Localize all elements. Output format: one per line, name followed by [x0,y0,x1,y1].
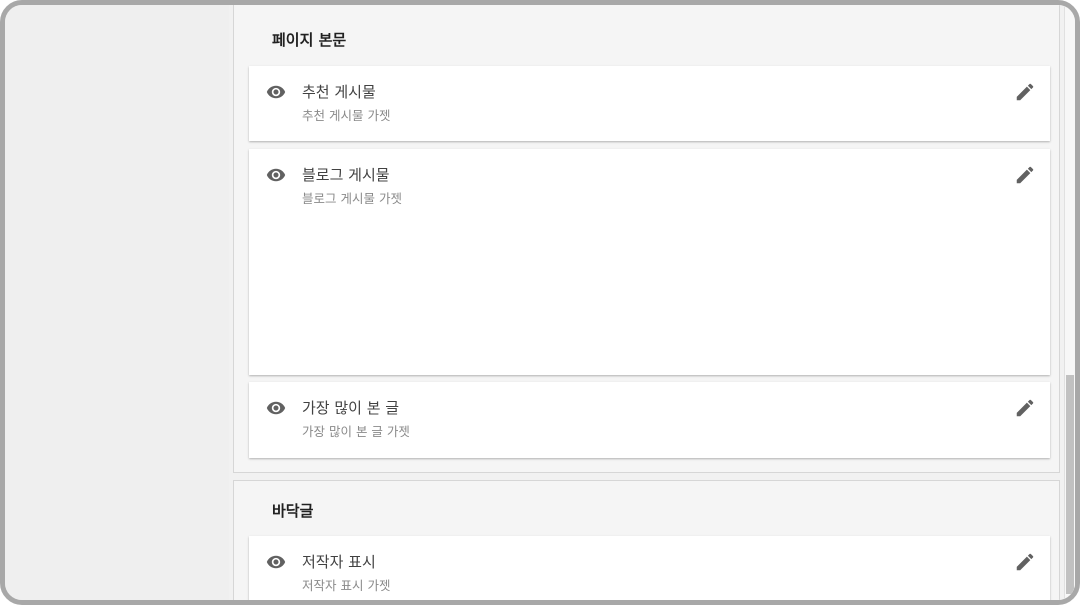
left-panel [5,5,229,600]
eye-icon[interactable] [263,552,289,572]
eye-icon[interactable] [263,398,289,418]
widget-title: 가장 많이 본 글 [302,399,400,417]
layout-editor: 페이지 본문 추천 게시물 추천 게시물 가젯 블로그 게시물 블로그 게시물 … [229,5,1075,600]
widget-title: 저작자 표시 [302,553,376,571]
pencil-icon[interactable] [1014,164,1036,186]
widget-subtitle: 저작자 표시 가젯 [302,578,391,593]
section-main: 페이지 본문 추천 게시물 추천 게시물 가젯 블로그 게시물 블로그 게시물 … [233,5,1060,473]
pencil-icon[interactable] [1014,551,1036,573]
vertical-scrollbar[interactable] [1064,5,1075,600]
widget-title: 블로그 게시물 [302,166,390,184]
eye-icon[interactable] [263,165,289,185]
widget-popular-posts[interactable]: 가장 많이 본 글 가장 많이 본 글 가젯 [249,382,1050,458]
pencil-icon[interactable] [1014,81,1036,103]
eye-icon[interactable] [263,82,289,102]
widget-subtitle: 가장 많이 본 글 가젯 [302,424,410,439]
widget-featured-posts[interactable]: 추천 게시물 추천 게시물 가젯 [249,66,1050,141]
pencil-icon[interactable] [1014,397,1036,419]
scrollbar-thumb[interactable] [1066,375,1074,594]
widget-attribution[interactable]: 저작자 표시 저작자 표시 가젯 [249,536,1050,600]
section-title: 바닥글 [272,502,314,520]
widget-subtitle: 블로그 게시물 가젯 [302,191,402,206]
widget-title: 추천 게시물 [302,83,376,101]
app-window: 페이지 본문 추천 게시물 추천 게시물 가젯 블로그 게시물 블로그 게시물 … [0,0,1080,605]
section-title: 페이지 본문 [272,31,347,49]
widget-subtitle: 추천 게시물 가젯 [302,108,391,123]
widget-blog-posts[interactable]: 블로그 게시물 블로그 게시물 가젯 [249,149,1050,375]
section-footer: 바닥글 저작자 표시 저작자 표시 가젯 [233,480,1060,600]
